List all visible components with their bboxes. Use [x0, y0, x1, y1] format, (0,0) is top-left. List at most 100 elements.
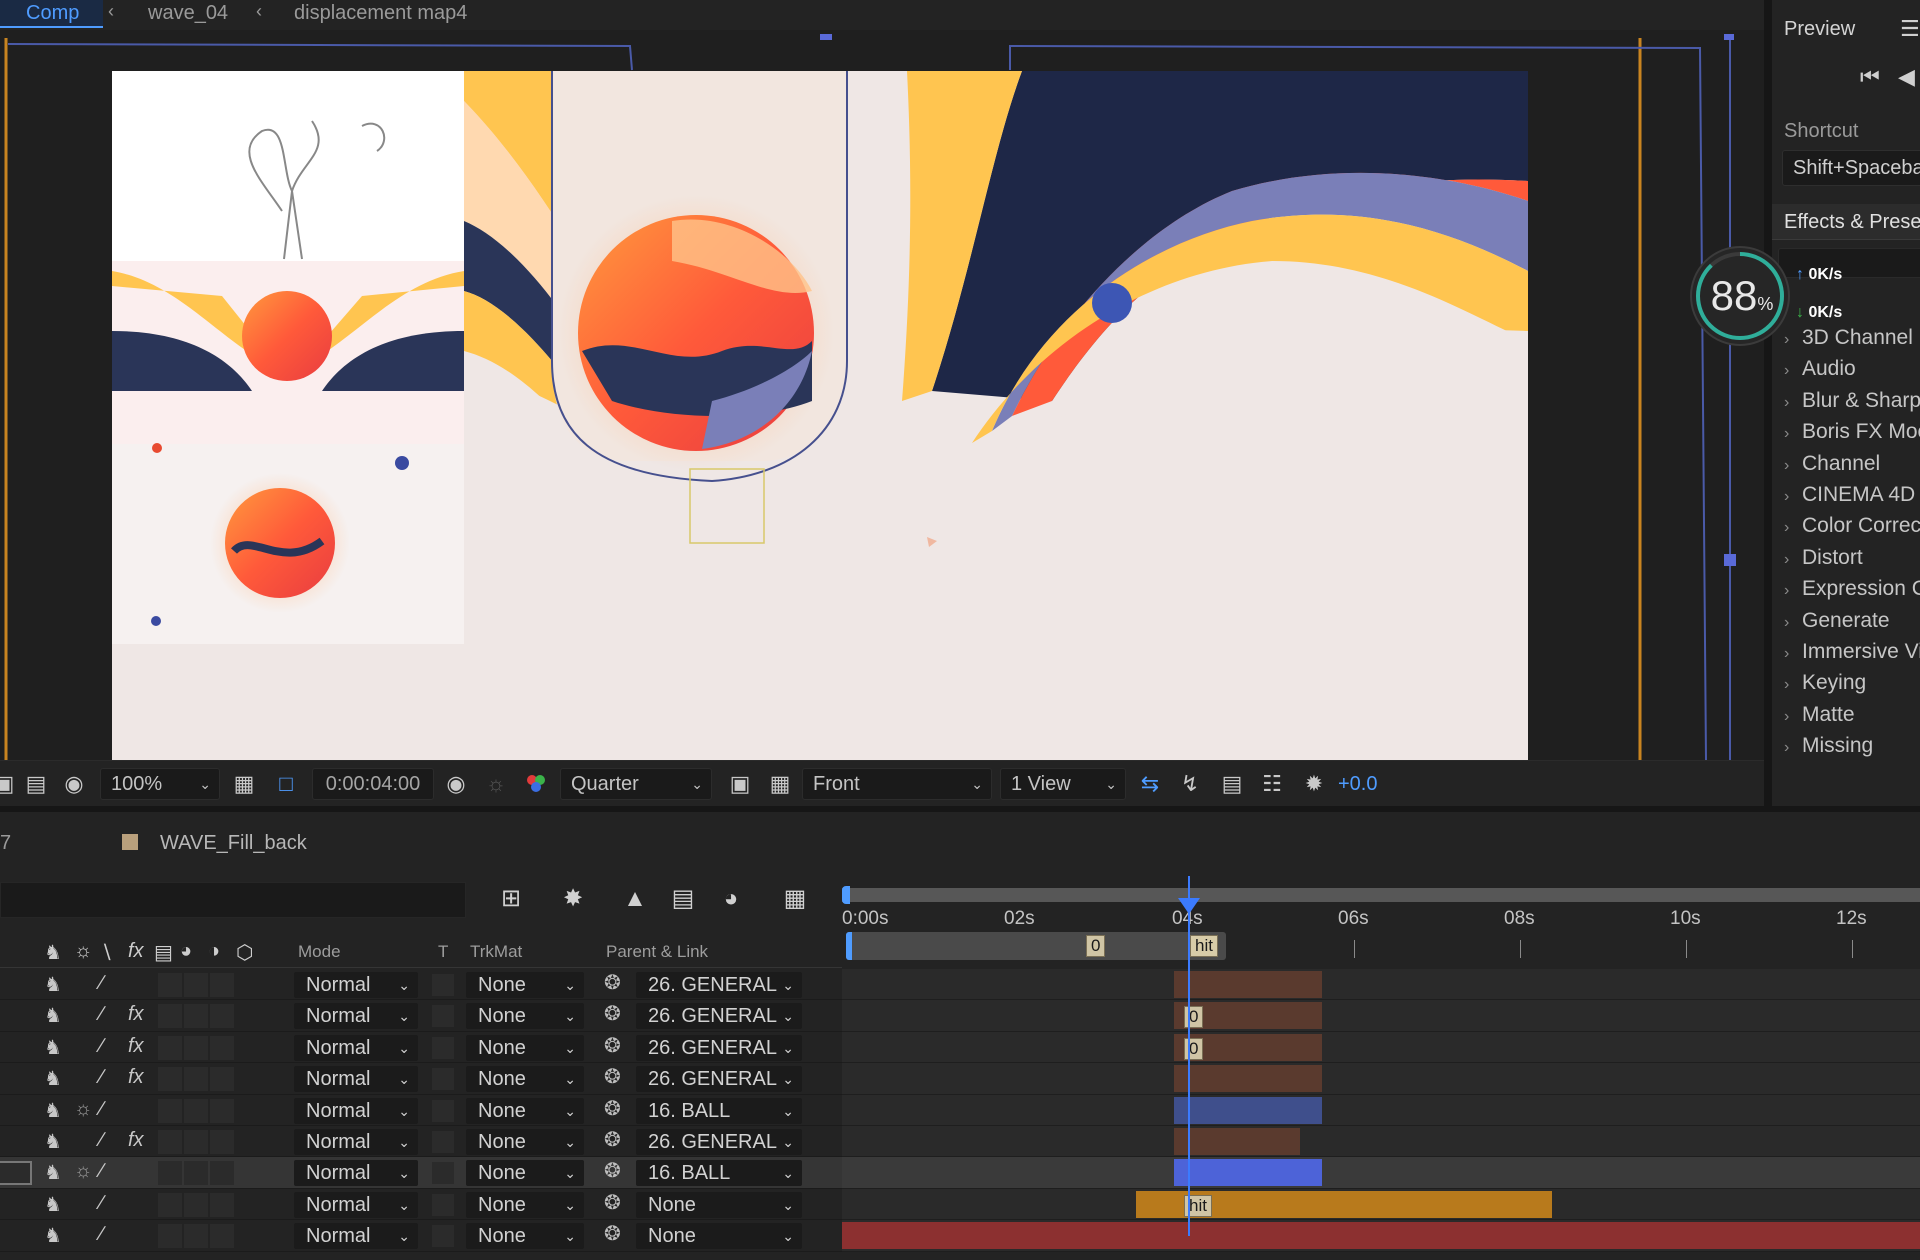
preserve-transparency-toggle[interactable]: [432, 974, 454, 996]
blend-mode-select[interactable]: Normal ⌄: [294, 1066, 418, 1093]
shy-switch-icon[interactable]: ♞: [44, 1098, 62, 1123]
track-matte-select[interactable]: None ⌄: [466, 1191, 584, 1218]
quality-switch-icon[interactable]: ∕: [100, 1160, 103, 1183]
effects-category[interactable]: › Matte: [1772, 699, 1920, 730]
effects-category[interactable]: › Missing: [1772, 730, 1920, 761]
motion-blur-switch[interactable]: [184, 1161, 208, 1186]
effects-category[interactable]: ›Blur & Sharpen: [1772, 385, 1920, 416]
shy-switch-icon[interactable]: ♞: [44, 1035, 62, 1060]
quality-switch-icon[interactable]: ∕: [100, 1223, 103, 1246]
column-parent-link[interactable]: Parent & Link: [606, 942, 708, 962]
track-matte-select[interactable]: None ⌄: [466, 1128, 584, 1155]
zoom-select[interactable]: 100% ⌄: [100, 768, 220, 800]
fit-frame-icon[interactable]: ▦: [230, 770, 258, 798]
layer-row[interactable]: ♞ ☼ ∕ Normal ⌄ None ⌄ ❂ 16. BALL ⌄: [0, 1095, 842, 1126]
3d-layer-switch[interactable]: [210, 1067, 234, 1092]
layer-search-input[interactable]: [0, 882, 466, 918]
effects-category[interactable]: › Distort: [1772, 542, 1920, 573]
preserve-transparency-toggle[interactable]: [432, 1162, 454, 1185]
pick-whip-icon[interactable]: ❂: [604, 1158, 621, 1183]
blend-mode-select[interactable]: Normal ⌄: [294, 1128, 418, 1155]
shy-switch-icon[interactable]: ♞: [44, 1160, 62, 1185]
layer-row[interactable]: ♞ ∕ Normal ⌄ None ⌄ ❂ None ⌄: [0, 1220, 842, 1252]
quality-switch-icon[interactable]: ∖: [100, 940, 113, 965]
effects-category[interactable]: › Audio: [1772, 353, 1920, 384]
layer-track[interactable]: [842, 1126, 1920, 1158]
target-region-icon[interactable]: ▣: [726, 770, 754, 798]
work-area-bar[interactable]: [842, 886, 1920, 904]
parent-select[interactable]: None ⌄: [636, 1191, 802, 1218]
motion-blur-switch[interactable]: [184, 1192, 208, 1217]
motion-blur-switch-icon[interactable]: ◕: [180, 940, 192, 963]
frame-blend-switch[interactable]: [158, 1098, 182, 1123]
shy-switch-icon[interactable]: ♞: [44, 1129, 62, 1154]
layer-tracks[interactable]: 0 0 hit: [842, 969, 1920, 1259]
preserve-transparency-toggle[interactable]: [432, 1005, 454, 1028]
monitor-icon[interactable]: ▤: [22, 770, 50, 798]
layer-clip[interactable]: [1174, 1128, 1300, 1155]
frame-blend-switch[interactable]: [158, 973, 182, 997]
work-area-handle[interactable]: [846, 932, 852, 960]
breadcrumb-comp[interactable]: Comp: [0, 0, 104, 28]
motion-blur-switch[interactable]: [184, 1129, 208, 1154]
pick-whip-icon[interactable]: ❂: [604, 1064, 621, 1089]
pick-whip-icon[interactable]: ❂: [604, 1127, 621, 1152]
reset-exposure-icon[interactable]: ✹: [1300, 770, 1328, 798]
pick-whip-icon[interactable]: ❂: [604, 970, 621, 995]
quality-switch-icon[interactable]: ∕: [100, 1192, 103, 1215]
effects-switch-icon[interactable]: fx: [128, 940, 144, 963]
track-matte-select[interactable]: None ⌄: [466, 1066, 584, 1093]
layer-row[interactable]: ♞ ☼ ∕ Normal ⌄ None ⌄ ❂ 16. BALL ⌄: [0, 1157, 842, 1189]
effects-category[interactable]: ›Boris FX Mocha: [1772, 416, 1920, 447]
column-trkmat[interactable]: TrkMat: [470, 942, 522, 962]
camera-icon[interactable]: ◉: [442, 770, 470, 798]
layer-track[interactable]: 0: [842, 1031, 1920, 1064]
menu-icon[interactable]: ☰: [1900, 16, 1920, 42]
chevron-left-icon[interactable]: ‹: [256, 0, 262, 22]
parent-select[interactable]: None ⌄: [636, 1223, 802, 1250]
effects-category[interactable]: › 3D Channel: [1772, 322, 1920, 353]
frame-blend-switch[interactable]: [158, 1129, 182, 1154]
layer-track[interactable]: hit: [842, 1188, 1920, 1221]
layer-track[interactable]: [842, 1157, 1920, 1189]
quality-switch-icon[interactable]: ∕: [100, 1035, 103, 1058]
3d-layer-switch[interactable]: [210, 973, 234, 997]
layer-row[interactable]: ♞ ∕ Normal ⌄ None ⌄ ❂ 26. GENERAL ⌄: [0, 969, 842, 1001]
track-matte-select[interactable]: None ⌄: [466, 1223, 584, 1250]
frame-blend-switch[interactable]: [158, 1067, 182, 1092]
draft-3d-icon[interactable]: ✸: [556, 882, 590, 916]
parent-select[interactable]: 26. GENERAL ⌄: [636, 972, 802, 998]
blend-mode-select[interactable]: Normal ⌄: [294, 1191, 418, 1218]
view-layout-select[interactable]: 1 View ⌄: [1000, 768, 1126, 800]
layer-clip[interactable]: [1174, 1096, 1322, 1124]
effects-category[interactable]: › CINEMA 4D: [1772, 479, 1920, 510]
layer-clip[interactable]: [1174, 971, 1322, 998]
motion-blur-switch[interactable]: [184, 1224, 208, 1249]
3d-layer-switch[interactable]: [210, 1161, 234, 1186]
column-t[interactable]: T: [438, 942, 448, 962]
tab-effects-presets[interactable]: Effects & Presets: [1772, 204, 1920, 240]
shortcut-select[interactable]: Shift+Spacebar: [1782, 150, 1920, 186]
frame-blend-switch[interactable]: [158, 1004, 182, 1029]
shy-switch-icon[interactable]: ♞: [44, 1003, 62, 1028]
comp-tab-name[interactable]: WAVE_Fill_back: [160, 832, 307, 855]
blend-mode-select[interactable]: Normal ⌄: [294, 1003, 418, 1030]
toggle-pixel-aspect-icon[interactable]: ⇆: [1136, 770, 1164, 798]
color-channels-icon[interactable]: [522, 770, 550, 798]
effects-category[interactable]: › Channel: [1772, 448, 1920, 479]
shy-switch-icon[interactable]: ♞: [44, 1066, 62, 1091]
layer-track[interactable]: 0: [842, 1000, 1920, 1032]
camera-view-select[interactable]: Front ⌄: [802, 768, 992, 800]
pick-whip-icon[interactable]: ❂: [604, 1221, 621, 1246]
preserve-transparency-toggle[interactable]: [432, 1068, 454, 1091]
effects-category[interactable]: ›Expression Controls: [1772, 573, 1920, 604]
3d-layer-switch[interactable]: [210, 1004, 234, 1029]
frame-blend-switch[interactable]: [158, 1035, 182, 1060]
track-matte-select[interactable]: None ⌄: [466, 1097, 584, 1124]
parent-select[interactable]: 26. GENERAL ⌄: [636, 1128, 802, 1155]
shy-switch-icon[interactable]: ♞: [44, 1223, 62, 1248]
layer-track[interactable]: [842, 1094, 1920, 1126]
blend-mode-select[interactable]: Normal ⌄: [294, 1034, 418, 1061]
graph-editor-icon[interactable]: ▦: [778, 882, 812, 916]
effects-switch-icon[interactable]: fx: [128, 1003, 144, 1026]
